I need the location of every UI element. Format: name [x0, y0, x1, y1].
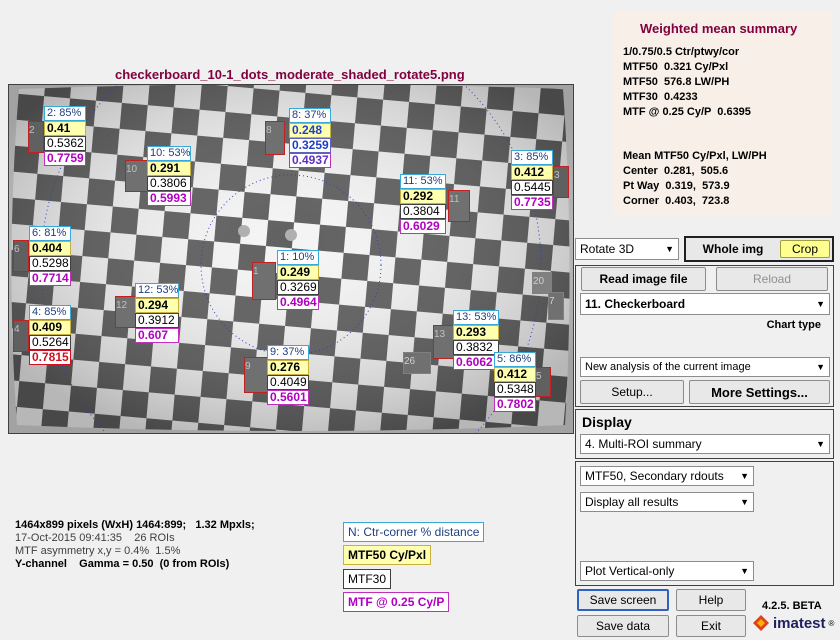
summary-line: MTF @ 0.25 Cy/P 0.6395: [623, 106, 751, 118]
roi-label: 12: 53% 0.294 0.3912 0.607: [135, 283, 179, 343]
roi-marker[interactable]: 2: [28, 121, 44, 153]
roi-marker[interactable]: 3: [553, 166, 569, 198]
chevron-down-icon: ▼: [740, 566, 749, 576]
chevron-down-icon: ▼: [816, 299, 825, 309]
roi-marker[interactable]: 13: [433, 325, 455, 359]
roi-marker[interactable]: 5: [535, 367, 551, 397]
summary-line: Mean MTF50 Cy/Pxl, LW/PH: [623, 150, 767, 162]
roi-label: 1: 10% 0.249 0.3269 0.4964: [277, 250, 319, 310]
roi-marker[interactable]: 6: [13, 240, 29, 272]
brand-logo: imatest ®: [752, 614, 834, 632]
chart-type-label: Chart type: [766, 319, 821, 331]
summary-line: Pt Way 0.319, 573.9: [623, 180, 730, 192]
roi-label: 5: 86% 0.412 0.5348 0.7802: [494, 352, 536, 412]
roi-label: 2: 85% 0.41 0.5362 0.7759: [44, 106, 86, 166]
info-line: 17-Oct-2015 09:41:35 26 ROIs: [15, 532, 175, 544]
roi-label: 13: 53% 0.293 0.3832 0.6062: [453, 310, 499, 370]
analysis-select[interactable]: New analysis of the current image ▼: [580, 357, 830, 377]
summary-line: MTF50 576.8 LW/PH: [623, 76, 730, 88]
roi-marker[interactable]: 11: [448, 190, 470, 222]
chevron-down-icon: ▼: [740, 497, 749, 507]
roi-marker[interactable]: 9: [244, 357, 268, 393]
roi-marker[interactable]: 10: [125, 160, 149, 192]
roi-label: 6: 81% 0.404 0.5298 0.7714: [29, 226, 71, 286]
legend-mtf50: MTF50 Cy/Pxl: [343, 545, 432, 565]
roi-label: 10: 53% 0.291 0.3806 0.5993: [147, 146, 191, 206]
setup-button[interactable]: Setup...: [580, 380, 684, 404]
summary-line: Center 0.281, 505.6: [623, 165, 729, 177]
info-line: MTF asymmetry x,y = 0.4% 1.5%: [15, 545, 181, 557]
chevron-down-icon: ▼: [740, 471, 749, 481]
imatest-logo-icon: [753, 615, 769, 631]
info-line: Y-channel Gamma = 0.50 (0 from ROIs): [15, 558, 230, 570]
roi-marker[interactable]: 1: [252, 262, 276, 300]
rotate-select[interactable]: Rotate 3D ▼: [575, 238, 679, 260]
roi-label: 11: 53% 0.292 0.3804 0.6029: [400, 174, 446, 234]
summary-line: 1/0.75/0.5 Ctr/ptwy/cor: [623, 46, 740, 58]
chevron-down-icon: ▼: [816, 362, 825, 372]
info-line: 1464x899 pixels (WxH) 1464:899; 1.32 Mpx…: [15, 519, 255, 531]
crop-button[interactable]: Crop: [780, 240, 830, 258]
roi-marker[interactable]: 4: [13, 320, 29, 352]
roi-marker[interactable]: 20: [532, 272, 552, 294]
save-screen-button[interactable]: Save screen: [577, 589, 669, 611]
roi-label: 8: 37% 0.248 0.3259 0.4937: [289, 108, 331, 168]
mtf-select[interactable]: MTF50, Secondary rdouts ▼: [580, 466, 754, 486]
reload-button[interactable]: Reload: [716, 267, 828, 291]
help-button[interactable]: Help: [676, 589, 746, 611]
read-image-button[interactable]: Read image file: [581, 267, 706, 291]
legend-mtf30: MTF30: [343, 569, 392, 589]
roi-label: 9: 37% 0.276 0.4049 0.5601: [267, 345, 309, 405]
image-panel: Read image file Reload 11. Checkerboard ▼…: [575, 265, 834, 407]
version-label: 4.2.5. BETA: [762, 600, 822, 612]
exit-button[interactable]: Exit: [676, 615, 746, 637]
whole-img-button[interactable]: Whole img: [688, 240, 778, 258]
legend-distance: N: Ctr-corner % distance: [343, 522, 485, 542]
roi-marker[interactable]: 7: [548, 292, 564, 320]
more-settings-button[interactable]: More Settings...: [689, 380, 830, 404]
image-title: checkerboard_10-1_dots_moderate_shaded_r…: [115, 67, 465, 82]
results-select[interactable]: Display all results ▼: [580, 492, 754, 512]
plot-select[interactable]: Plot Vertical-only ▼: [580, 561, 754, 581]
save-data-button[interactable]: Save data: [577, 615, 669, 637]
image-info: 1464x899 pixels (WxH) 1464:899; 1.32 Mpx…: [15, 519, 255, 571]
display-label: Display: [582, 414, 632, 430]
summary-line: MTF30 0.4233: [623, 91, 698, 103]
roi-marker[interactable]: 26: [403, 352, 431, 374]
chart-type-select[interactable]: 11. Checkerboard ▼: [580, 293, 830, 315]
display-select[interactable]: 4. Multi-ROI summary ▼: [580, 434, 830, 454]
summary-line: MTF50 0.321 Cy/Pxl: [623, 61, 729, 73]
summary-line: Corner 0.403, 723.8: [623, 195, 730, 207]
display-panel: Display 4. Multi-ROI summary ▼: [575, 409, 834, 459]
chevron-down-icon: ▼: [816, 439, 825, 449]
summary-panel: Weighted mean summary 1/0.75/0.5 Ctr/ptw…: [614, 12, 832, 216]
options-panel: MTF50, Secondary rdouts ▼ Display all res…: [575, 461, 834, 586]
legend-mtfp: MTF @ 0.25 Cy/P: [343, 592, 450, 612]
roi-label: 3: 85% 0.412 0.5445 0.7735: [511, 150, 553, 210]
view-toggle-group: Whole img Crop: [684, 236, 834, 262]
roi-marker[interactable]: 12: [115, 296, 137, 328]
roi-marker[interactable]: 8: [265, 121, 285, 155]
summary-title: Weighted mean summary: [640, 21, 798, 36]
roi-label: 4: 85% 0.409 0.5264 0.7815: [29, 305, 71, 365]
chevron-down-icon: ▼: [665, 244, 674, 254]
